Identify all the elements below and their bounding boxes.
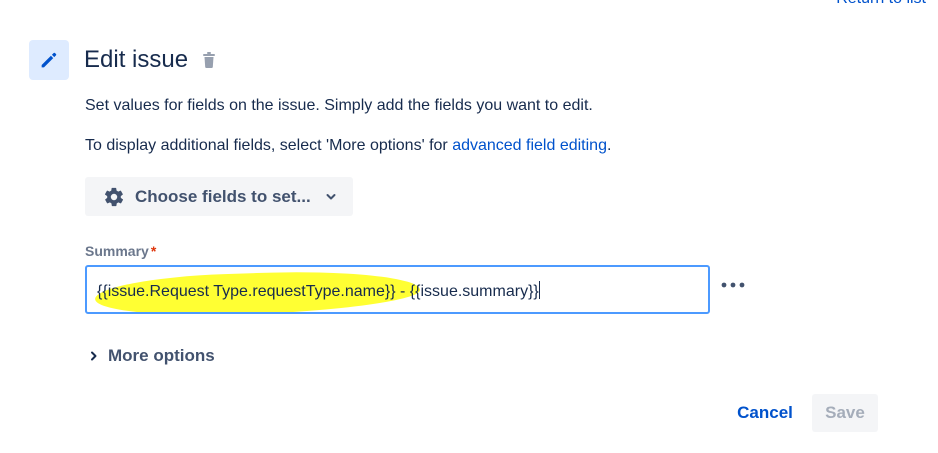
cancel-button[interactable]: Cancel	[729, 394, 801, 432]
pencil-icon	[41, 52, 57, 68]
field-options-button[interactable]	[720, 276, 746, 294]
action-description: Set values for fields on the issue. Simp…	[85, 97, 593, 114]
choose-fields-label: Choose fields to set...	[135, 186, 311, 206]
more-options-toggle[interactable]: More options	[88, 346, 215, 366]
return-to-list-link[interactable]: Return to list	[836, 0, 926, 8]
required-marker: *	[150, 243, 157, 259]
additional-fields-note: To display additional fields, select 'Mo…	[85, 136, 611, 156]
ellipsis-icon	[721, 282, 745, 288]
more-options-label: More options	[108, 346, 215, 365]
trash-icon[interactable]	[201, 51, 217, 69]
summary-label-text: Summary	[85, 243, 149, 259]
additional-fields-suffix: .	[606, 137, 612, 154]
gear-icon	[104, 187, 124, 206]
advanced-field-editing-link[interactable]: advanced field editing	[452, 137, 607, 154]
choose-fields-button[interactable]: Choose fields to set...	[85, 177, 353, 216]
summary-value-text: {{issue.Request Type.requestType.name}} …	[97, 283, 539, 300]
page-title: Edit issue	[84, 46, 189, 73]
save-button[interactable]: Save	[812, 394, 878, 432]
summary-input[interactable]: {{issue.Request Type.requestType.name}} …	[85, 265, 710, 314]
edit-action-icon-tile	[29, 40, 69, 80]
chevron-right-icon	[91, 351, 97, 361]
additional-fields-prefix: To display additional fields, select 'Mo…	[85, 137, 453, 154]
summary-field-label: Summary *	[85, 243, 156, 259]
summary-input-value: {{issue.Request Type.requestType.name}} …	[97, 281, 540, 301]
text-caret	[538, 281, 540, 299]
chevron-down-icon	[326, 193, 336, 199]
